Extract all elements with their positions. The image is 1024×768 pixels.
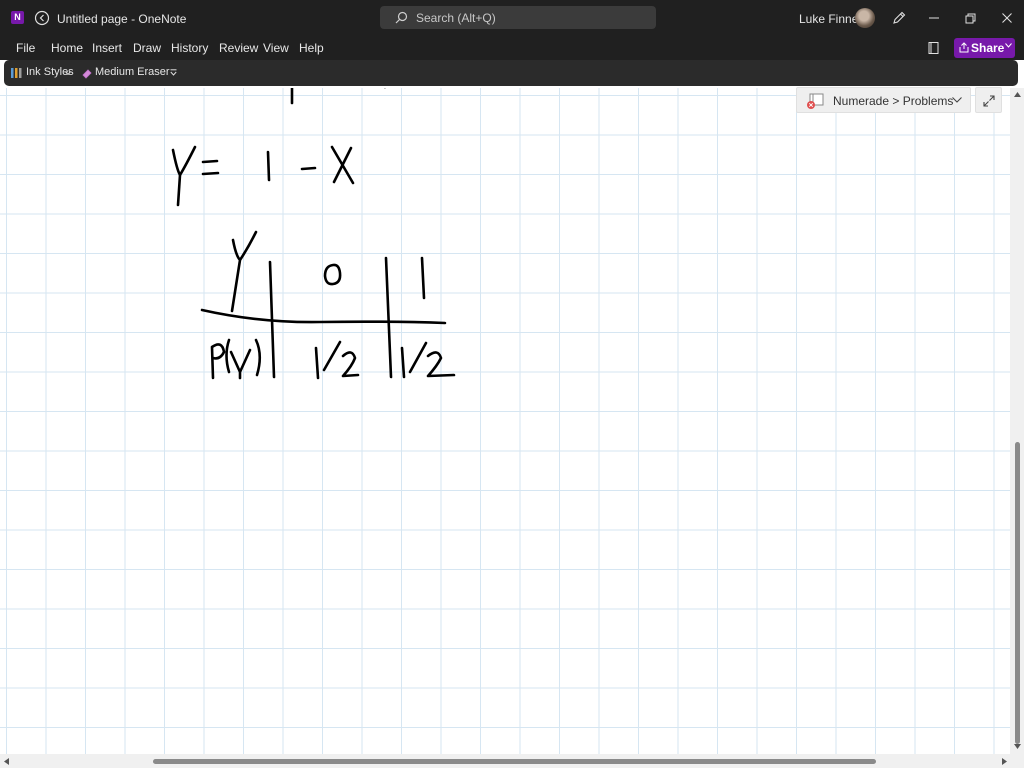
share-label: Share (971, 41, 1005, 55)
app-name: OneNote (138, 12, 187, 26)
expand-icon (983, 95, 995, 107)
window-title: Untitled page - OneNote (57, 12, 186, 26)
onenote-logo-icon: N (11, 11, 24, 24)
toolbar-overflow-icon[interactable] (170, 69, 177, 76)
avatar[interactable] (855, 8, 875, 28)
ink-prob-half-2 (400, 341, 456, 379)
breadcrumb-label: Numerade > Problems (833, 94, 954, 108)
menu-draw[interactable]: Draw (133, 41, 161, 55)
menu-review[interactable]: Review (219, 41, 258, 55)
ink-equation (171, 145, 355, 207)
scroll-down-arrow-icon[interactable] (1014, 744, 1021, 749)
page-title: Untitled page (57, 12, 128, 26)
draw-toolbar: Ink Styles Medium Eraser (4, 60, 1018, 86)
share-button[interactable]: Share (954, 38, 1015, 58)
vertical-scroll-thumb[interactable] (1015, 442, 1020, 744)
menu-home[interactable]: Home (51, 41, 83, 55)
title-bar: N Untitled page - OneNote Search (Alt+Q)… (0, 0, 1024, 36)
ink-table-hline (200, 308, 447, 325)
ink-probability-table (200, 230, 456, 380)
section-sync-error-icon (807, 93, 824, 109)
restore-icon[interactable] (962, 10, 978, 26)
menu-history[interactable]: History (171, 41, 208, 55)
share-icon (959, 42, 969, 53)
menu-file[interactable]: File (16, 41, 35, 55)
handwritten-ink (171, 88, 456, 380)
menu-view[interactable]: View (263, 41, 289, 55)
search-box[interactable]: Search (Alt+Q) (380, 6, 656, 29)
notebook-breadcrumb[interactable]: Numerade > Problems (796, 87, 971, 113)
horizontal-scrollbar[interactable] (0, 754, 1024, 768)
ink-table-vline-2 (384, 256, 393, 379)
eraser-icon (82, 69, 92, 79)
ink-styles-icon (11, 68, 22, 78)
chevron-down-icon (952, 97, 962, 103)
menu-bar: File Home Insert Draw History Review Vie… (0, 36, 1024, 60)
horizontal-scroll-thumb[interactable] (153, 759, 876, 764)
ink-styles-chevron-icon[interactable] (65, 71, 71, 75)
note-canvas[interactable] (0, 88, 1010, 754)
toolbar-row: Ink Styles Medium Eraser (0, 60, 1024, 88)
vertical-scrollbar[interactable] (1010, 88, 1024, 754)
close-icon[interactable] (999, 10, 1015, 26)
menu-insert[interactable]: Insert (92, 41, 122, 55)
expand-button[interactable] (975, 87, 1002, 113)
scroll-right-arrow-icon[interactable] (1002, 758, 1007, 765)
ink-prob-half-1 (314, 340, 360, 380)
notebook-icon[interactable] (927, 41, 941, 55)
ink-value-0 (323, 263, 342, 286)
back-arrow-icon[interactable] (34, 10, 50, 26)
medium-eraser-button[interactable]: Medium Eraser (95, 66, 170, 78)
ink-prob-label (210, 338, 262, 380)
title-separator: - (131, 12, 136, 26)
pen-icon[interactable] (891, 10, 907, 26)
search-icon (395, 11, 408, 24)
scroll-up-arrow-icon[interactable] (1014, 92, 1021, 97)
ink-table-header-y (230, 230, 258, 313)
minimize-icon[interactable] (926, 10, 942, 26)
ink-value-1 (420, 256, 426, 300)
scroll-left-arrow-icon[interactable] (4, 758, 9, 765)
search-placeholder: Search (Alt+Q) (416, 11, 496, 25)
chevron-down-icon (1005, 43, 1012, 48)
menu-help[interactable]: Help (299, 41, 324, 55)
